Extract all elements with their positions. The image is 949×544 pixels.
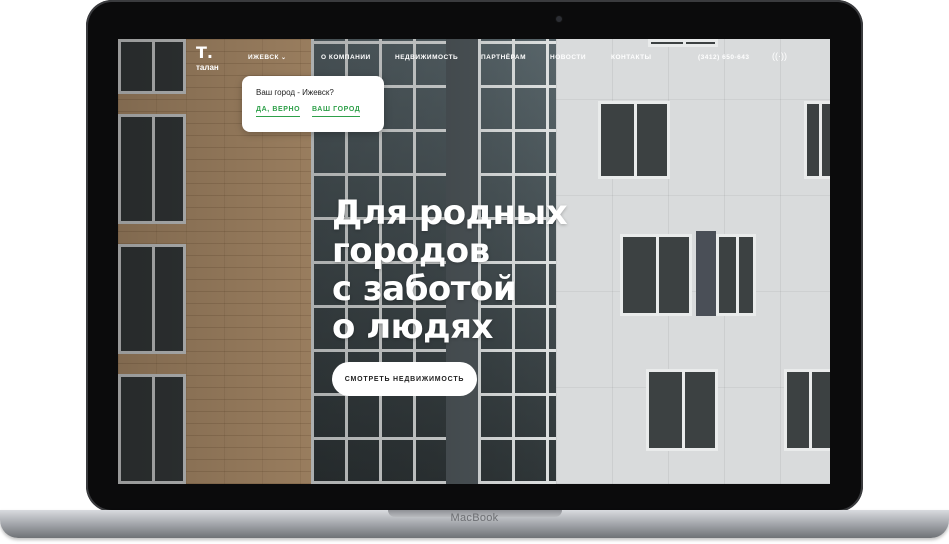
site-logo[interactable]: Т. талан — [196, 45, 219, 72]
city-selector[interactable]: ИЖЕВСК ⌄ — [248, 54, 287, 61]
city-label: ИЖЕВСК — [248, 54, 279, 61]
hero-title: Для родных городов с заботой о людях — [332, 194, 632, 346]
confirm-city-button[interactable]: ДА, ВЕРНО — [256, 106, 301, 117]
website-screen: Т. талан ИЖЕВСК ⌄ О КОМПАНИИ НЕДВИЖИМОСТЬ… — [118, 39, 830, 484]
laptop-mockup: MacBook Т. талан ИЖЕВСК ⌄ О КОМПАНИИ НЕД… — [0, 0, 949, 544]
hero-title-line: с заботой — [332, 269, 517, 309]
city-confirm-popup: Ваш город - Ижевск? ДА, ВЕРНО ВАШ ГОРОД — [242, 76, 384, 132]
choose-city-button[interactable]: ВАШ ГОРОД — [312, 106, 361, 117]
nav-item-news[interactable]: НОВОСТИ — [550, 54, 586, 61]
nav-item-contacts[interactable]: КОНТАКТЫ — [611, 54, 651, 61]
nav-item-realty[interactable]: НЕДВИЖИМОСТЬ — [395, 54, 458, 61]
device-brand: MacBook — [450, 512, 499, 524]
camera-icon — [556, 16, 562, 22]
view-realty-button[interactable]: СМОТРЕТЬ НЕДВИЖИМОСТЬ — [332, 362, 477, 396]
hero-title-line: о людях — [332, 307, 493, 347]
chevron-down-icon: ⌄ — [281, 55, 287, 61]
nav-item-about[interactable]: О КОМПАНИИ — [321, 54, 371, 61]
phone-number[interactable]: (3412) 650-643 — [698, 54, 749, 61]
hero-title-line: Для родных — [332, 193, 568, 233]
logo-mark: Т. — [196, 43, 213, 62]
top-navigation: Т. талан ИЖЕВСК ⌄ О КОМПАНИИ НЕДВИЖИМОСТЬ… — [118, 39, 830, 79]
hero-title-line: городов — [332, 231, 490, 271]
nav-item-partners[interactable]: ПАРТНЁРАМ — [481, 54, 526, 61]
city-question: Ваш город - Ижевск? — [256, 88, 334, 97]
sound-waves-icon[interactable]: ((·)) — [772, 51, 787, 61]
logo-text: талан — [196, 63, 219, 72]
